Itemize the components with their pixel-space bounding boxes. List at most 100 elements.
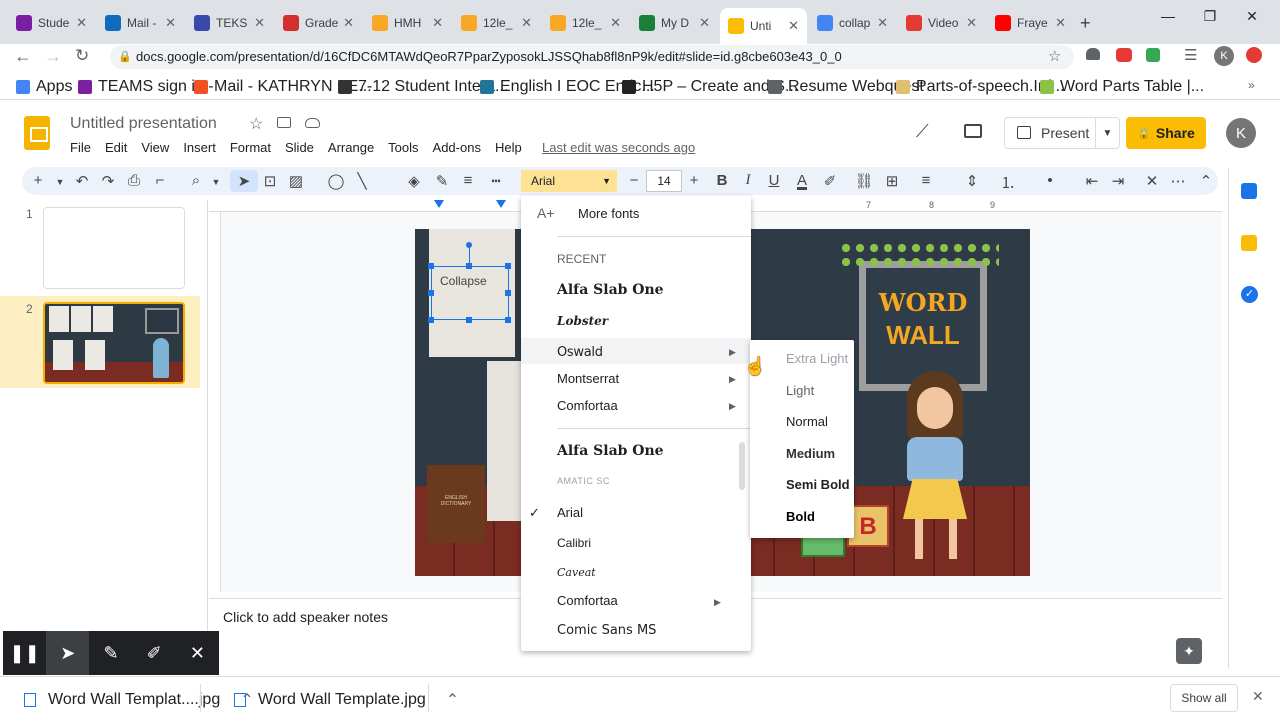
word-card[interactable] [487, 361, 521, 521]
font-item-alfa-slab-one[interactable]: Alfa Slab One [557, 282, 664, 298]
reading-list-icon[interactable]: ☰ [1184, 46, 1197, 64]
menu-file[interactable]: File [70, 140, 91, 155]
resize-handle[interactable] [505, 317, 511, 323]
browser-tab[interactable]: Grade ✕ [275, 8, 362, 38]
font-item-caveat[interactable]: Caveat [557, 566, 596, 579]
line-icon[interactable]: ╲ [352, 172, 372, 190]
slide-thumbnail-2[interactable] [43, 302, 185, 384]
tasks-icon[interactable]: ✓ [1241, 286, 1258, 303]
print-icon[interactable]: ⎙ [124, 172, 144, 189]
font-item-lobster[interactable]: Lobster [557, 314, 608, 328]
menu-view[interactable]: View [141, 140, 169, 155]
weight-extra-light[interactable]: Extra Light [786, 351, 848, 366]
close-downloads-icon[interactable]: ✕ [1252, 688, 1264, 705]
font-item-comfortaa[interactable]: Comfortaa [557, 593, 618, 608]
browser-tab[interactable]: Fraye ✕ [987, 8, 1074, 38]
menu-addons[interactable]: Add-ons [433, 140, 481, 155]
browser-tab[interactable]: collap ✕ [809, 8, 896, 38]
slide-thumbnail-1[interactable] [43, 207, 185, 289]
increase-font-size-icon[interactable]: + [684, 172, 704, 189]
text-color-icon[interactable]: A [792, 172, 812, 189]
close-tab-icon[interactable]: ✕ [521, 15, 532, 31]
underline-icon[interactable]: U [764, 172, 784, 189]
address-bar[interactable]: 🔒 docs.google.com/presentation/d/16CfDC6… [110, 45, 1074, 69]
highlight-color-icon[interactable]: ✐ [820, 172, 840, 190]
download-options-icon[interactable]: ⌃ [446, 690, 459, 710]
explore-icon[interactable]: ✦ [1176, 638, 1202, 664]
font-item-calibri[interactable]: Calibri [557, 536, 591, 550]
back-arrow-icon[interactable]: ← [14, 46, 32, 67]
border-dash-icon[interactable]: ┅ [486, 172, 506, 190]
present-button[interactable]: Present ▼ [1004, 117, 1120, 149]
restore-button[interactable]: ❐ [1190, 8, 1230, 25]
browser-tab[interactable]: Mail - ✕ [97, 8, 184, 38]
numbered-list-icon[interactable]: ⒈ [998, 172, 1018, 193]
menu-format[interactable]: Format [230, 140, 271, 155]
download-item[interactable]: Word Wall Template.jpg ⌃ [234, 690, 459, 710]
weight-bold[interactable]: Bold [786, 509, 815, 524]
close-tab-icon[interactable]: ✕ [788, 18, 799, 34]
font-family-select[interactable]: Arial ▼ [521, 170, 617, 192]
close-tab-icon[interactable]: ✕ [610, 15, 621, 31]
insert-link-icon[interactable]: ⛓ [854, 172, 874, 190]
close-tab-icon[interactable]: ✕ [699, 15, 710, 31]
font-item-oswald[interactable]: Oswald [557, 345, 603, 360]
weight-semi-bold[interactable]: Semi Bold [786, 477, 850, 492]
selected-textbox[interactable]: Collapse [431, 266, 509, 320]
font-item-comfortaa[interactable]: Comfortaa [557, 398, 618, 413]
bulleted-list-icon[interactable]: • [1040, 172, 1060, 189]
document-title[interactable]: Untitled presentation [70, 115, 217, 133]
download-item[interactable]: Word Wall Templat....jpg ⌃ [24, 690, 254, 710]
italic-icon[interactable]: I [738, 172, 758, 189]
green-extension-icon[interactable] [1146, 48, 1160, 62]
font-item-arial[interactable]: Arial [557, 505, 583, 520]
line-spacing-icon[interactable]: ⇕ [962, 172, 982, 190]
image-icon[interactable]: ▨ [286, 172, 306, 190]
browser-tab[interactable]: Unti ✕ [720, 8, 807, 44]
more-bookmarks-icon[interactable]: » [1248, 78, 1255, 92]
resize-handle[interactable] [428, 263, 434, 269]
menu-insert[interactable]: Insert [183, 140, 216, 155]
resize-handle[interactable] [466, 263, 472, 269]
close-tab-icon[interactable]: ✕ [165, 15, 176, 31]
zoom-caret-icon[interactable]: ▼ [206, 177, 226, 187]
highlighter-icon[interactable]: ✐ [133, 631, 176, 675]
pointer-icon[interactable]: ➤ [46, 631, 90, 675]
activity-trend-icon[interactable]: ⟋ [916, 121, 929, 142]
fill-color-icon[interactable]: ◈ [404, 172, 424, 190]
resize-handle[interactable] [428, 317, 434, 323]
weight-normal[interactable]: Normal [786, 414, 828, 429]
menu-arrange[interactable]: Arrange [328, 140, 374, 155]
close-tab-icon[interactable]: ✕ [877, 15, 888, 31]
close-tab-icon[interactable]: ✕ [1055, 15, 1066, 31]
shape-icon[interactable]: ◯ [326, 172, 346, 190]
menu-slide[interactable]: Slide [285, 140, 314, 155]
comments-icon[interactable] [964, 124, 982, 138]
resize-handle[interactable] [505, 290, 511, 296]
close-window-button[interactable]: ✕ [1232, 8, 1272, 25]
speaker-notes-placeholder[interactable]: Click to add speaker notes [223, 609, 388, 625]
pause-icon[interactable]: ❚❚ [3, 631, 46, 675]
profile-avatar-icon[interactable]: K [1214, 46, 1234, 66]
share-button[interactable]: 🔒 Share [1126, 117, 1206, 149]
browser-tab[interactable]: TEKS ✕ [186, 8, 273, 38]
browser-tab[interactable]: HMH ✕ [364, 8, 451, 38]
move-folder-icon[interactable] [277, 117, 291, 128]
decrease-indent-icon[interactable]: ⇤ [1082, 172, 1102, 190]
resize-handle[interactable] [466, 317, 472, 323]
close-tab-icon[interactable]: ✕ [76, 15, 87, 31]
collapse-toolbar-icon[interactable]: ⌃ [1196, 172, 1216, 190]
reload-icon[interactable]: ↻ [75, 46, 89, 66]
new-slide-icon[interactable]: + [28, 172, 48, 189]
decrease-font-size-icon[interactable]: − [624, 172, 644, 189]
menu-scrollbar[interactable] [739, 442, 745, 490]
font-item-montserrat[interactable]: Montserrat [557, 371, 619, 386]
browser-tab[interactable]: Video ✕ [898, 8, 985, 38]
browser-tab[interactable]: 12le_ ✕ [542, 8, 629, 38]
zoom-icon[interactable]: ⌕ [186, 172, 206, 189]
bookmark-star-icon[interactable]: ☆ [1048, 47, 1061, 65]
minimize-button[interactable]: — [1148, 8, 1188, 24]
pen-icon[interactable]: ✎ [89, 631, 132, 675]
more-fonts-item[interactable]: More fonts [578, 206, 639, 221]
bold-icon[interactable]: B [712, 172, 732, 189]
